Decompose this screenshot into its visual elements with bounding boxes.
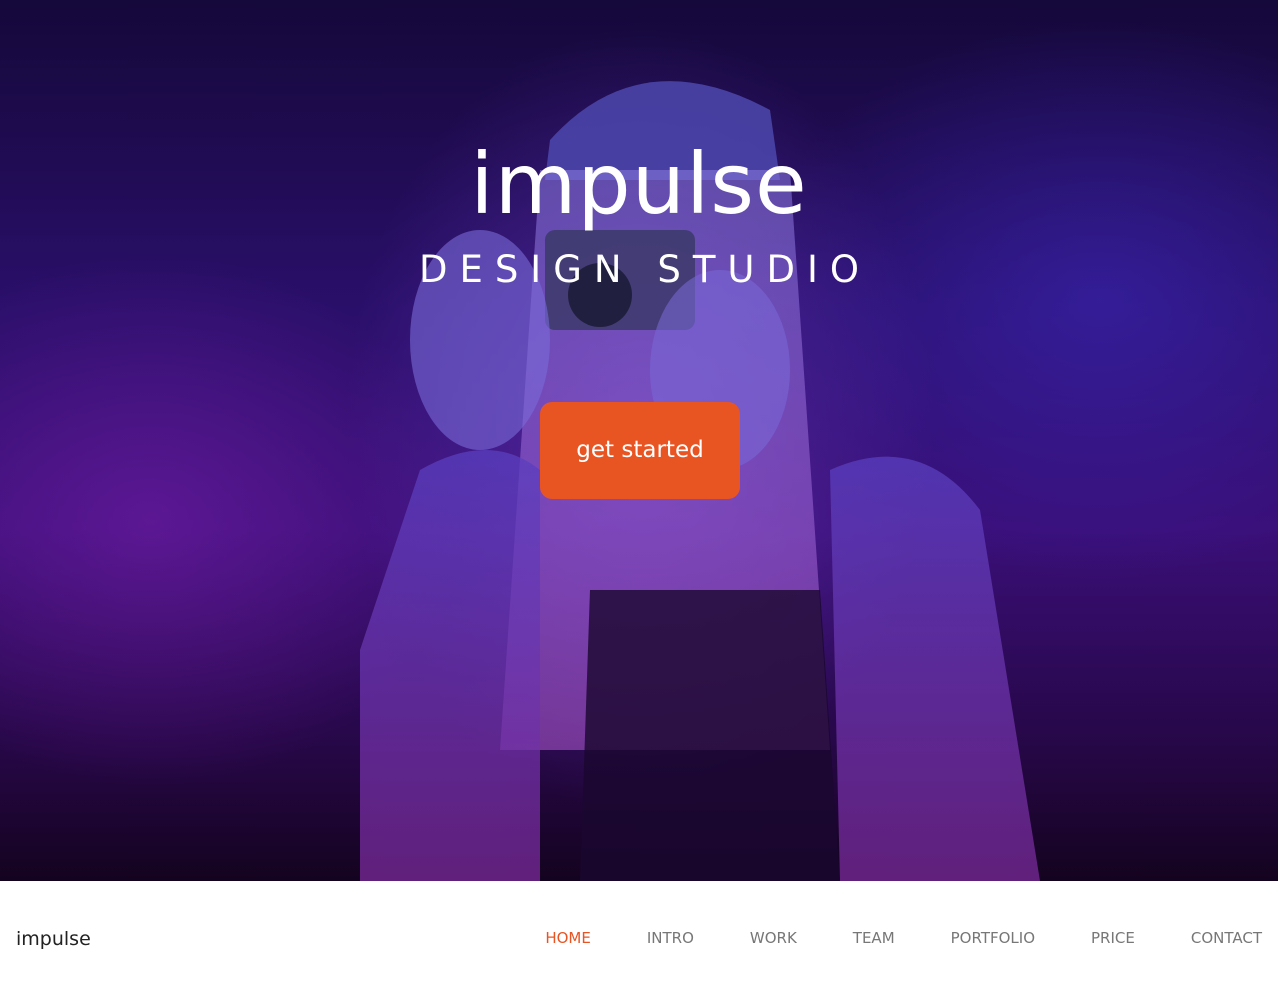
hero-section: impulse DESIGN STUDIO get started xyxy=(0,0,1278,881)
nav-item-team[interactable]: TEAM xyxy=(797,929,895,947)
nav-item-price[interactable]: PRICE xyxy=(1035,929,1135,947)
get-started-button[interactable]: get started xyxy=(540,402,740,499)
hero-subtitle: DESIGN STUDIO xyxy=(418,248,872,291)
nav-item-home[interactable]: HOME xyxy=(489,929,591,947)
nav-item-portfolio[interactable]: PORTFOLIO xyxy=(895,929,1035,947)
nav-item-contact[interactable]: CONTACT xyxy=(1135,929,1262,947)
hero-content: impulse DESIGN STUDIO get started xyxy=(0,0,1278,881)
hero-title: impulse xyxy=(470,135,808,233)
main-navbar: impulse HOME INTRO WORK TEAM PORTFOLIO P… xyxy=(0,881,1278,992)
nav-brand-logo[interactable]: impulse xyxy=(16,925,91,953)
nav-links: HOME INTRO WORK TEAM PORTFOLIO PRICE CON… xyxy=(489,927,1262,949)
nav-item-work[interactable]: WORK xyxy=(694,929,797,947)
nav-item-intro[interactable]: INTRO xyxy=(591,929,694,947)
